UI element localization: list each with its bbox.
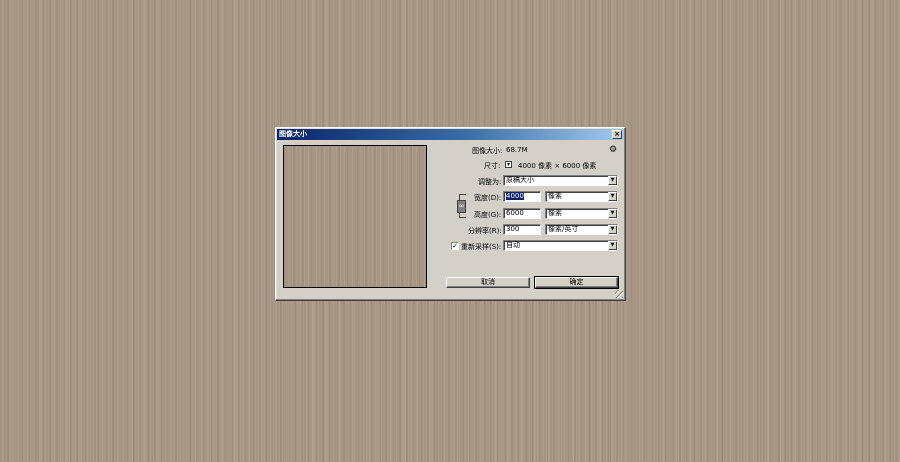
resolution-value: 300 (506, 225, 520, 233)
resolution-unit-value: 像素/英寸 (548, 225, 579, 233)
dimensions-label: 尺寸: (484, 162, 501, 170)
image-size-dialog: 图像大小 × 图像大小: 68.7M ⚙ 尺寸: ▾ 4000 像素 × 600… (275, 127, 626, 301)
height-value: 6000 (506, 209, 524, 217)
fit-to-value: 原稿大小 (506, 176, 534, 184)
dropdown-glyph: ▼ (610, 193, 615, 199)
resample-checkbox[interactable]: ✓ (451, 242, 459, 250)
resolution-input[interactable]: 300 (503, 224, 541, 235)
resample-label: 重新采样(S): (461, 243, 502, 251)
height-unit-select[interactable]: 像素 ▼ (545, 208, 618, 219)
close-button[interactable]: × (612, 130, 622, 139)
resolution-unit-select[interactable]: 像素/英寸 ▼ (545, 224, 618, 235)
dimensions-value: 4000 像素 × 6000 像素 (518, 162, 597, 170)
dropdown-arrow-icon[interactable]: ▼ (608, 209, 617, 218)
image-size-value: 68.7M (506, 146, 528, 154)
width-input[interactable]: 4000 (503, 191, 541, 202)
dropdown-arrow-icon[interactable]: ▼ (608, 225, 617, 234)
dimensions-unit-toggle[interactable]: ▾ (505, 161, 512, 168)
gear-icon[interactable]: ⚙ (609, 146, 617, 155)
chain-glyph: ∞ (458, 202, 465, 210)
height-unit-value: 像素 (548, 209, 562, 217)
resample-value: 自动 (506, 241, 520, 249)
dropdown-arrow-icon[interactable]: ▼ (608, 241, 617, 250)
ok-button[interactable]: 确定 (534, 276, 619, 289)
dropdown-glyph: ▼ (610, 226, 615, 232)
image-preview[interactable] (283, 145, 427, 288)
width-label: 宽度(D): (474, 194, 502, 202)
check-icon: ✓ (452, 242, 458, 250)
dropdown-arrow-icon[interactable]: ▼ (608, 176, 617, 185)
dialog-titlebar[interactable]: 图像大小 × (277, 129, 624, 140)
fit-to-label: 调整为: (478, 178, 502, 186)
height-label: 高度(G): (474, 211, 502, 219)
cancel-button[interactable]: 取消 (446, 277, 530, 288)
cancel-label: 取消 (481, 278, 495, 286)
dropdown-glyph: ▼ (610, 210, 615, 216)
image-size-label: 图像大小: (472, 147, 503, 155)
dropdown-glyph: ▼ (610, 242, 615, 248)
resample-select[interactable]: 自动 ▼ (503, 240, 618, 251)
width-value: 4000 (506, 192, 524, 200)
resolution-label: 分辨率(R): (468, 227, 502, 235)
link-icon[interactable]: ∞ (457, 200, 466, 213)
chevron-down-icon: ▾ (506, 161, 510, 168)
width-unit-select[interactable]: 像素 ▼ (545, 191, 618, 202)
close-icon: × (614, 130, 620, 138)
width-unit-value: 像素 (548, 192, 562, 200)
dropdown-arrow-icon[interactable]: ▼ (608, 192, 617, 201)
dialog-title: 图像大小 (279, 130, 307, 138)
dropdown-glyph: ▼ (610, 177, 615, 183)
resize-grip-icon[interactable] (615, 290, 623, 298)
fit-to-select[interactable]: 原稿大小 ▼ (503, 175, 618, 186)
ok-label: 确定 (569, 278, 584, 286)
height-input[interactable]: 6000 (503, 208, 541, 219)
